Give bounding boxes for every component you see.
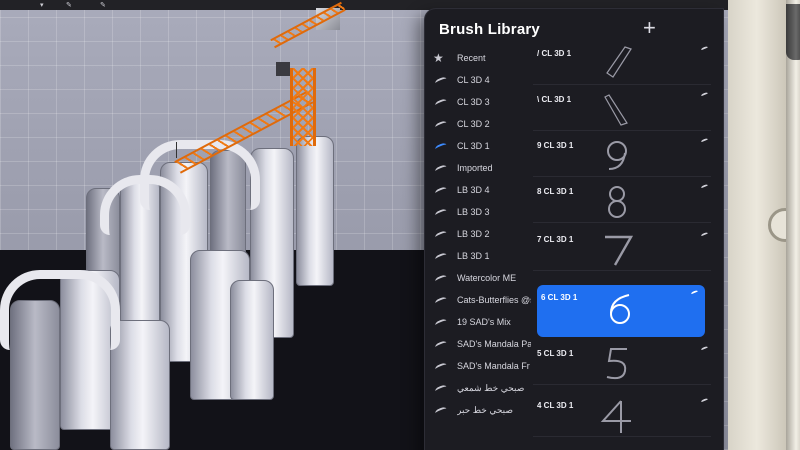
stylus-tip (786, 4, 800, 60)
brush-stroke-preview (595, 289, 647, 325)
brush-set-item[interactable]: Cats-Butterflies @su... (433, 289, 531, 311)
brush-name: 8 CL 3D 1 (537, 187, 574, 196)
brush-stroke-icon (700, 397, 709, 404)
brush-stroke-icon (433, 97, 449, 107)
brush-item[interactable]: 7 CL 3D 1 (533, 227, 711, 271)
brush-item[interactable]: 5 CL 3D 1 (533, 341, 711, 385)
brush-stroke-preview (591, 231, 643, 267)
brush-stroke-icon (433, 295, 449, 305)
brush-set-label: LB 3D 2 (457, 229, 490, 239)
brush-stroke-icon (433, 229, 449, 239)
brush-set-label: صبحي خط شمعي (457, 382, 525, 393)
brush-set-item[interactable]: CL 3D 4 (433, 69, 531, 91)
brush-set-label: 19 SAD's Mix (457, 317, 511, 327)
brush-set-label: صبحي خط حبر (457, 404, 514, 415)
brush-set-label: LB 3D 1 (457, 251, 490, 261)
brush-set-list: ★ Recent CL 3D 4 CL 3D 3 CL 3D 2 CL 3D 1 Impor… (433, 47, 531, 450)
brush-set-item[interactable]: CL 3D 3 (433, 91, 531, 113)
brush-name: \ CL 3D 1 (537, 95, 572, 104)
brush-set-label: CL 3D 3 (457, 97, 490, 107)
device-bezel (728, 0, 800, 450)
brush-set-label: CL 3D 2 (457, 119, 490, 129)
brush-stroke-icon (433, 119, 449, 129)
brush-stroke-icon (700, 137, 709, 144)
brush-list: / CL 3D 1 \ CL 3D 1 9 CL 3D 1 8 CL 3D 1 7 CL… (533, 41, 717, 450)
brush-stroke-icon (433, 141, 449, 151)
add-brush-set-button[interactable]: + (643, 15, 656, 41)
brush-item[interactable]: 9 CL 3D 1 (533, 133, 711, 177)
brush-stroke-icon (433, 185, 449, 195)
toolbar-glyph[interactable]: ▾ (40, 1, 44, 9)
brush-set-item[interactable]: 19 SAD's Mix (433, 311, 531, 333)
brush-stroke-icon (433, 163, 449, 173)
brush-set-label: LB 3D 3 (457, 207, 490, 217)
brush-stroke-preview (591, 183, 643, 219)
brush-set-label: CL 3D 4 (457, 75, 490, 85)
brush-stroke-icon (433, 251, 449, 261)
brush-name: 6 CL 3D 1 (541, 293, 578, 302)
brush-set-label: CL 3D 1 (457, 141, 490, 151)
star-icon: ★ (433, 51, 444, 65)
brush-set-item[interactable]: SAD's Mandala Pa (433, 333, 531, 355)
panel-title: Brush Library (439, 21, 540, 38)
toolbar-glyph[interactable]: ✎ (66, 1, 72, 9)
stylus (786, 0, 800, 450)
brush-item[interactable]: 8 CL 3D 1 (533, 179, 711, 223)
brush-set-item[interactable]: SAD's Mandala Fr (433, 355, 531, 377)
brush-name: 4 CL 3D 1 (537, 401, 574, 410)
brush-stroke-icon (433, 383, 449, 393)
brush-name: 9 CL 3D 1 (537, 141, 574, 150)
brush-set-item[interactable]: صبحي خط شمعي (433, 377, 531, 399)
brush-stroke-icon (700, 183, 709, 190)
brush-stroke-preview (591, 137, 643, 173)
brush-stroke-preview (591, 397, 643, 433)
brush-set-label: SAD's Mandala Fr (457, 361, 530, 371)
brush-set-item[interactable]: صبحي خط حبر (433, 399, 531, 421)
brush-stroke-icon (433, 361, 449, 371)
brush-name: 7 CL 3D 1 (537, 235, 574, 244)
brush-set-item[interactable]: ★ Recent (433, 47, 531, 69)
brush-stroke-icon (433, 339, 449, 349)
brush-stroke-icon (700, 345, 709, 352)
brush-stroke-preview (591, 345, 643, 381)
brush-item[interactable]: / CL 3D 1 (533, 41, 711, 85)
brush-stroke-icon (690, 289, 699, 296)
brush-set-label: Recent (457, 53, 486, 63)
brush-stroke-icon (700, 231, 709, 238)
brush-stroke-icon (433, 405, 449, 415)
brush-name: 5 CL 3D 1 (537, 349, 574, 358)
brush-set-item[interactable]: LB 3D 4 (433, 179, 531, 201)
brush-set-item[interactable]: CL 3D 1 (433, 135, 531, 157)
brush-item[interactable]: 4 CL 3D 1 (533, 393, 711, 437)
brush-set-item[interactable]: LB 3D 1 (433, 245, 531, 267)
brush-set-item[interactable]: CL 3D 2 (433, 113, 531, 135)
brush-stroke-icon (700, 45, 709, 52)
brush-set-label: LB 3D 4 (457, 185, 490, 195)
brush-set-label: Watercolor ME (457, 273, 517, 283)
brush-set-item[interactable]: LB 3D 3 (433, 201, 531, 223)
brush-item[interactable]: 6 CL 3D 1 (537, 285, 705, 337)
brush-name: / CL 3D 1 (537, 49, 572, 58)
brush-set-item[interactable]: LB 3D 2 (433, 223, 531, 245)
brush-stroke-icon (433, 75, 449, 85)
brush-stroke-icon (433, 317, 449, 327)
toolbar-glyph[interactable]: ✎ (100, 1, 106, 9)
brush-library-panel: Brush Library + ★ Recent CL 3D 4 CL 3D 3 CL … (424, 8, 724, 450)
brush-stroke-icon (700, 91, 709, 98)
brush-set-label: Imported (457, 163, 493, 173)
brush-set-item[interactable]: Watercolor ME (433, 267, 531, 289)
brush-set-label: SAD's Mandala Pa (457, 339, 531, 349)
brush-stroke-icon (433, 273, 449, 283)
brush-set-label: Cats-Butterflies @su... (457, 295, 531, 305)
brush-stroke-preview (591, 91, 643, 127)
brush-item[interactable]: \ CL 3D 1 (533, 87, 711, 131)
brush-stroke-preview (591, 45, 643, 81)
brush-set-item[interactable]: Imported (433, 157, 531, 179)
brush-stroke-icon (433, 207, 449, 217)
